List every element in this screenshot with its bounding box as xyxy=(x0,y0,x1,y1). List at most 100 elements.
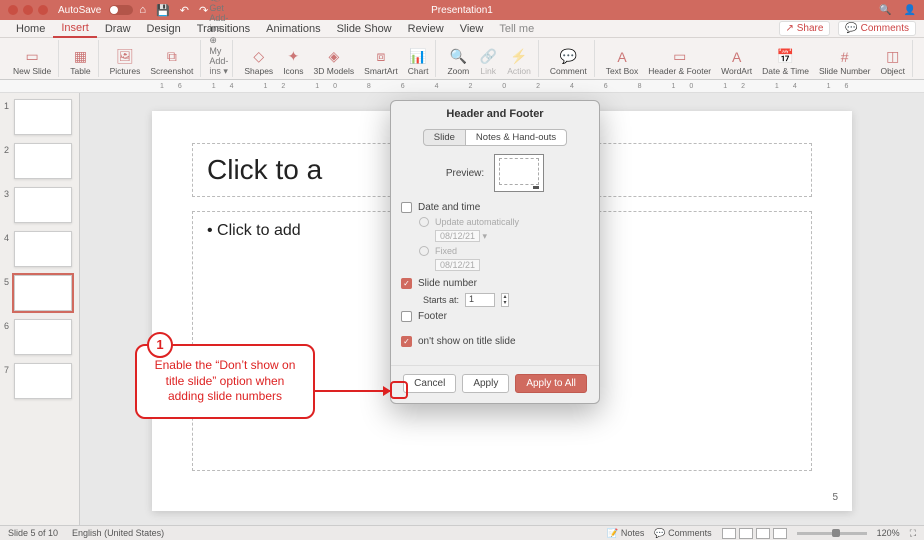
starts-at-stepper[interactable]: ▴▾ xyxy=(501,293,509,307)
auto-date-field[interactable]: 08/12/21 xyxy=(435,230,480,242)
tab-tellme[interactable]: Tell me xyxy=(491,21,542,37)
object-icon: ◫ xyxy=(884,48,902,66)
dialog-title: Header and Footer xyxy=(391,101,599,125)
horizontal-ruler: 16 14 12 10 8 6 4 2 0 2 4 6 8 10 12 14 1… xyxy=(0,80,924,93)
get-addins-button[interactable]: 🛍 Get Add-ins xyxy=(209,0,228,33)
slide-page-number: 5 xyxy=(832,492,838,503)
icons-button[interactable]: ✦Icons xyxy=(280,46,306,78)
tab-slideshow[interactable]: Slide Show xyxy=(329,21,400,37)
comments-button[interactable]: 💬 Comments xyxy=(838,21,916,36)
language-indicator[interactable]: English (United States) xyxy=(72,528,164,538)
apply-all-button[interactable]: Apply to All xyxy=(515,374,586,393)
footer-checkbox[interactable] xyxy=(401,311,412,322)
new-slide-button[interactable]: ▭New Slide xyxy=(10,46,54,78)
fixed-radio[interactable] xyxy=(419,246,429,256)
zoom-button[interactable]: 🔍Zoom xyxy=(444,46,472,78)
slidenumber-button[interactable]: #Slide Number xyxy=(816,46,874,78)
thumbnail-4[interactable]: 4 xyxy=(4,231,75,267)
pictures-button[interactable]: 🖼Pictures xyxy=(107,46,144,78)
tab-home[interactable]: Home xyxy=(8,21,53,37)
annotation-number: 1 xyxy=(147,332,173,358)
tab-insert[interactable]: Insert xyxy=(53,20,97,38)
annotation-arrow xyxy=(315,390,390,392)
autosave-toggle[interactable] xyxy=(109,5,133,15)
starts-at-field[interactable]: 1 xyxy=(465,293,495,307)
quick-access[interactable]: ⌂ 💾 ↶ ↷ xyxy=(139,4,208,17)
annotation-text: Enable the “Don’t show on title slide” o… xyxy=(151,358,299,405)
tab-design[interactable]: Design xyxy=(139,21,189,37)
new-slide-icon: ▭ xyxy=(23,48,41,66)
document-title: Presentation1 xyxy=(431,5,493,16)
datetime-label: Date and time xyxy=(418,202,480,213)
dialog-tab-slide[interactable]: Slide xyxy=(423,129,466,146)
header-footer-dialog: Header and Footer Slide Notes & Hand-out… xyxy=(390,100,600,404)
footer-label: Footer xyxy=(418,311,447,322)
link-button[interactable]: 🔗Link xyxy=(476,46,500,78)
zoom-slider[interactable] xyxy=(797,532,867,535)
ribbon: ▭New Slide ▦Table 🖼Pictures ⧉Screenshot … xyxy=(0,38,924,80)
datetime-checkbox[interactable] xyxy=(401,202,412,213)
share-button[interactable]: ↗ Share xyxy=(779,21,831,36)
wordart-button[interactable]: AWordArt xyxy=(718,46,755,78)
cube-icon: ◈ xyxy=(325,48,343,66)
screenshot-icon: ⧉ xyxy=(163,48,181,66)
dont-show-title-label: on't show on title slide xyxy=(418,336,516,347)
header-footer-icon: ▭ xyxy=(671,48,689,66)
zoom-value[interactable]: 120% xyxy=(877,528,900,538)
link-icon: 🔗 xyxy=(479,48,497,66)
smartart-button[interactable]: ⧈SmartArt xyxy=(361,46,401,78)
view-mode-buttons[interactable] xyxy=(722,528,787,539)
textbox-icon: A xyxy=(613,48,631,66)
slidenumber-label: Slide number xyxy=(418,278,477,289)
annotation-target-highlight xyxy=(390,381,408,399)
redo-icon[interactable]: ↷ xyxy=(199,4,208,17)
notes-toggle[interactable]: 📝 Notes xyxy=(607,528,644,539)
tab-review[interactable]: Review xyxy=(400,21,452,37)
cancel-button[interactable]: Cancel xyxy=(403,374,456,393)
fixed-date-field[interactable]: 08/12/21 xyxy=(435,259,480,271)
shapes-button[interactable]: ◇Shapes xyxy=(241,46,276,78)
header-footer-button[interactable]: ▭Header & Footer xyxy=(645,46,714,78)
3dmodels-button[interactable]: ◈3D Models xyxy=(311,46,358,78)
thumbnail-1[interactable]: 1 xyxy=(4,99,75,135)
dont-show-title-checkbox[interactable] xyxy=(401,336,412,347)
textbox-button[interactable]: AText Box xyxy=(603,46,642,78)
tab-draw[interactable]: Draw xyxy=(97,21,139,37)
fit-icon[interactable]: ⛶ xyxy=(910,528,916,539)
calendar-icon: 📅 xyxy=(777,48,795,66)
slide-indicator[interactable]: Slide 5 of 10 xyxy=(8,528,58,538)
search-icon[interactable]: 🔍 xyxy=(879,5,891,16)
thumbnail-3[interactable]: 3 xyxy=(4,187,75,223)
thumbnail-2[interactable]: 2 xyxy=(4,143,75,179)
tab-view[interactable]: View xyxy=(452,21,492,37)
dialog-tab-notes[interactable]: Notes & Hand-outs xyxy=(466,129,567,146)
update-auto-radio[interactable] xyxy=(419,217,429,227)
slide-thumbnails-panel[interactable]: 1 2 3 4 5 6 7 xyxy=(0,93,80,525)
user-icon[interactable]: 👤 xyxy=(904,5,916,16)
comment-button[interactable]: 💬Comment xyxy=(547,46,590,78)
screenshot-button[interactable]: ⧉Screenshot xyxy=(147,46,196,78)
save-icon[interactable]: 💾 xyxy=(156,4,170,17)
thumbnail-5[interactable]: 5 xyxy=(4,275,75,311)
comments-toggle[interactable]: 💬 Comments xyxy=(654,528,711,539)
pictures-icon: 🖼 xyxy=(116,48,134,66)
traffic-lights[interactable] xyxy=(8,5,48,15)
chart-icon: 📊 xyxy=(409,48,427,66)
action-button[interactable]: ⚡Action xyxy=(504,46,534,78)
slidenumber-checkbox[interactable] xyxy=(401,278,412,289)
icons-icon: ✦ xyxy=(284,48,302,66)
datetime-button[interactable]: 📅Date & Time xyxy=(759,46,812,78)
ribbon-tabs: Home Insert Draw Design Transitions Anim… xyxy=(0,20,924,38)
object-button[interactable]: ◫Object xyxy=(877,46,908,78)
thumbnail-7[interactable]: 7 xyxy=(4,363,75,399)
table-button[interactable]: ▦Table xyxy=(67,46,93,78)
undo-icon[interactable]: ↶ xyxy=(180,4,189,17)
apply-button[interactable]: Apply xyxy=(462,374,509,393)
table-icon: ▦ xyxy=(71,48,89,66)
tab-animations[interactable]: Animations xyxy=(258,21,328,37)
home-icon[interactable]: ⌂ xyxy=(139,4,146,17)
my-addins-button[interactable]: ⊕ My Add-ins ▾ xyxy=(209,35,228,77)
thumbnail-6[interactable]: 6 xyxy=(4,319,75,355)
chart-button[interactable]: 📊Chart xyxy=(405,46,432,78)
smartart-icon: ⧈ xyxy=(372,48,390,66)
